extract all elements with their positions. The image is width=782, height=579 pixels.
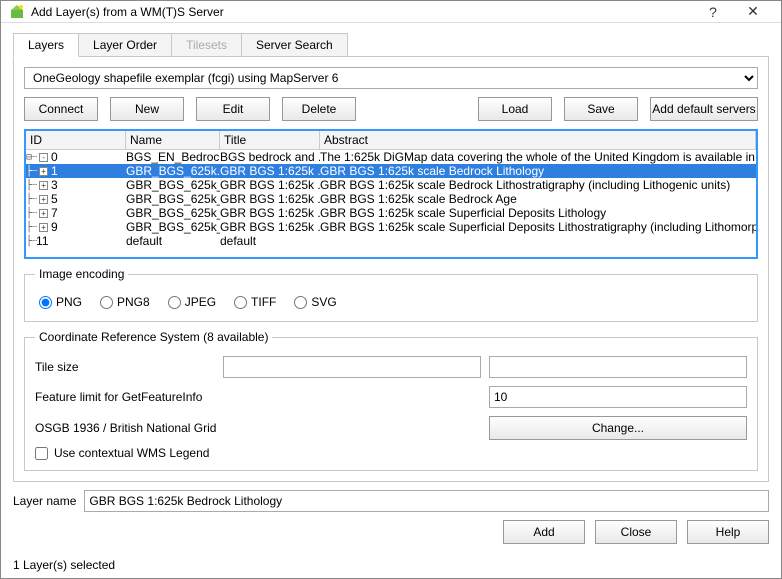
expand-icon[interactable]: + [39,223,48,232]
expand-icon[interactable]: + [39,181,48,190]
layer-row[interactable]: ├┈+ 7GBR_BGS_625k_...GBR BGS 1:625k ...G… [26,206,756,220]
crs-group: Coordinate Reference System (8 available… [24,330,758,471]
help-dialog-button[interactable]: Help [687,520,769,544]
layer-row[interactable]: ├┈ 11defaultdefault [26,234,756,248]
crs-name: OSGB 1936 / British National Grid [35,421,481,435]
tile-size-y-input[interactable] [489,356,747,378]
expand-icon[interactable]: - [39,153,48,162]
feature-limit-input[interactable] [489,386,747,408]
add-default-servers-button[interactable]: Add default servers [650,97,758,121]
layer-row[interactable]: ├┈+ 9GBR_BGS_625k_...GBR BGS 1:625k ...G… [26,220,756,234]
col-id[interactable]: ID [26,131,126,149]
close-button[interactable]: Close [595,520,677,544]
save-button[interactable]: Save [564,97,638,121]
layer-row[interactable]: ├┈+ 5GBR_BGS_625k_BAGBR BGS 1:625k ...GB… [26,192,756,206]
encoding-png[interactable]: PNG [39,295,82,309]
layer-row[interactable]: ⊟┈- 0BGS_EN_Bedrock...BGS bedrock and ..… [26,150,756,164]
layer-tree[interactable]: ID Name Title Abstract ⊟┈- 0BGS_EN_Bedro… [24,129,758,259]
connection-select[interactable]: OneGeology shapefile exemplar (fcgi) usi… [24,67,758,89]
tile-size-label: Tile size [35,360,215,374]
feature-limit-label: Feature limit for GetFeatureInfo [35,390,481,404]
expand-icon[interactable]: + [39,167,48,176]
load-button[interactable]: Load [478,97,552,121]
encoding-png8[interactable]: PNG8 [100,295,150,309]
col-name[interactable]: Name [126,131,220,149]
tab-layer-order[interactable]: Layer Order [78,33,172,57]
edit-button[interactable]: Edit [196,97,270,121]
tile-size-x-input[interactable] [223,356,481,378]
layer-tree-header: ID Name Title Abstract [26,131,756,150]
layer-row[interactable]: ├┈+ 1GBR_BGS_625k...GBR BGS 1:625k ...GB… [26,164,756,178]
window-title: Add Layer(s) from a WM(T)S Server [31,5,693,19]
layer-row[interactable]: ├┈+ 3GBR_BGS_625k_...GBR BGS 1:625k ...G… [26,178,756,192]
contextual-legend-checkbox[interactable]: Use contextual WMS Legend [35,446,747,460]
tab-tilesets: Tilesets [171,33,242,57]
encoding-svg[interactable]: SVG [294,295,336,309]
add-button[interactable]: Add [503,520,585,544]
tab-server-search[interactable]: Server Search [241,33,348,57]
encoding-group: Image encoding PNG PNG8 JPEG TIFF SVG [24,267,758,322]
help-button[interactable]: ? [693,4,733,20]
new-button[interactable]: New [110,97,184,121]
delete-button[interactable]: Delete [282,97,356,121]
app-logo-icon [9,4,25,20]
connect-button[interactable]: Connect [24,97,98,121]
tab-bar: Layers Layer Order Tilesets Server Searc… [13,33,769,57]
encoding-jpeg[interactable]: JPEG [168,295,216,309]
tab-layers[interactable]: Layers [13,33,79,57]
crs-legend: Coordinate Reference System (8 available… [35,330,272,344]
titlebar: Add Layer(s) from a WM(T)S Server ? ✕ [1,1,781,23]
layer-name-label: Layer name [13,494,76,508]
expand-icon[interactable]: + [39,195,48,204]
tab-panel-layers: OneGeology shapefile exemplar (fcgi) usi… [13,56,769,482]
status-bar: 1 Layer(s) selected [13,554,769,572]
encoding-tiff[interactable]: TIFF [234,295,276,309]
encoding-legend: Image encoding [35,267,128,281]
close-window-button[interactable]: ✕ [733,3,773,20]
change-crs-button[interactable]: Change... [489,416,747,440]
expand-icon[interactable]: + [39,209,48,218]
col-title[interactable]: Title [220,131,320,149]
col-abstract[interactable]: Abstract [320,131,756,149]
layer-name-input[interactable] [84,490,769,512]
